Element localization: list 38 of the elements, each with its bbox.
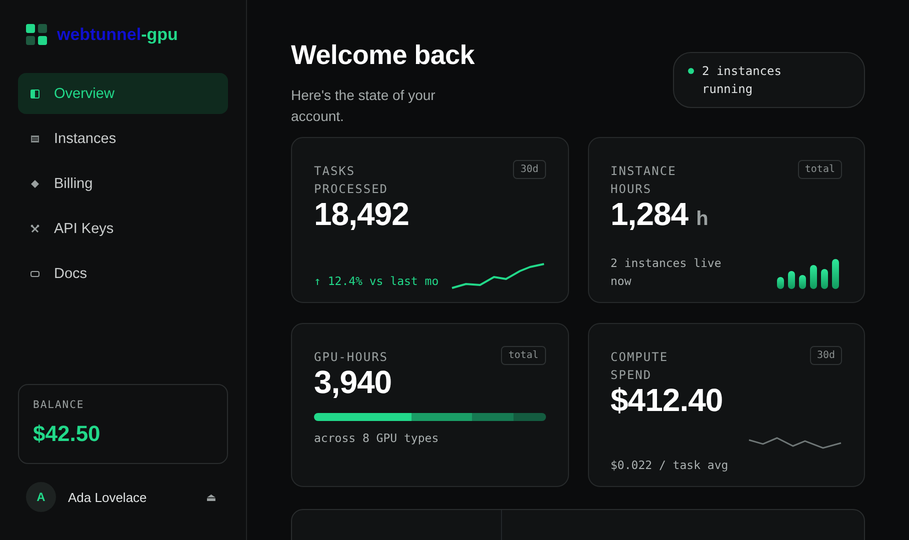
- nav-item[interactable]: Instances: [18, 118, 228, 159]
- status-text: 2 instances running: [702, 63, 782, 98]
- avatar: A: [26, 482, 56, 512]
- stat-value: 18,492: [314, 196, 409, 233]
- stat-note: across 8 GPU types: [314, 430, 440, 447]
- page-subtitle: Here's the state of your account.: [291, 86, 436, 126]
- nav-item[interactable]: Docs: [18, 253, 228, 294]
- stat-value: 3,940: [314, 364, 392, 401]
- logo-icon: [26, 24, 47, 45]
- balance-label: BALANCE: [33, 399, 84, 411]
- period-tag: 30d: [513, 160, 546, 179]
- stat-value: 1,284: [610, 196, 688, 233]
- nav-item[interactable]: Overview: [18, 73, 228, 114]
- bar-chart-drawing: [777, 259, 839, 289]
- stat-label: COMPUTE SPEND: [610, 349, 670, 384]
- stat-note: 2 instances live now: [610, 255, 722, 290]
- cross-icon: [30, 224, 40, 234]
- stat-note: ↑ 12.4% vs last mo: [314, 273, 440, 290]
- unit-label: h: [696, 208, 708, 231]
- stat-label: INSTANCE HOURS: [610, 163, 678, 198]
- panel-icon: [30, 88, 40, 98]
- period-tag: total: [501, 346, 546, 365]
- logout-button[interactable]: ⏏: [202, 490, 220, 504]
- page-title: Welcome back: [291, 40, 474, 71]
- user-name: Ada Lovelace: [68, 490, 147, 504]
- nav-item[interactable]: Billing: [18, 163, 228, 204]
- period-tag: 30d: [810, 346, 842, 365]
- balance-value: $42.50: [33, 421, 100, 447]
- stat-label: TASKS PROCESSED: [314, 163, 390, 198]
- stat-note: $0.022 / task avg: [610, 457, 730, 474]
- brand-name: webtunnel-gpu: [57, 24, 178, 44]
- list-icon: [30, 134, 40, 144]
- nav-item[interactable]: API Keys: [18, 208, 228, 249]
- stat-value: $412.40: [610, 382, 723, 419]
- period-tag: total: [798, 160, 842, 179]
- stat-label: GPU-HOURS: [314, 349, 390, 366]
- rectangle-icon: [30, 268, 40, 278]
- diamond-icon: [30, 178, 40, 188]
